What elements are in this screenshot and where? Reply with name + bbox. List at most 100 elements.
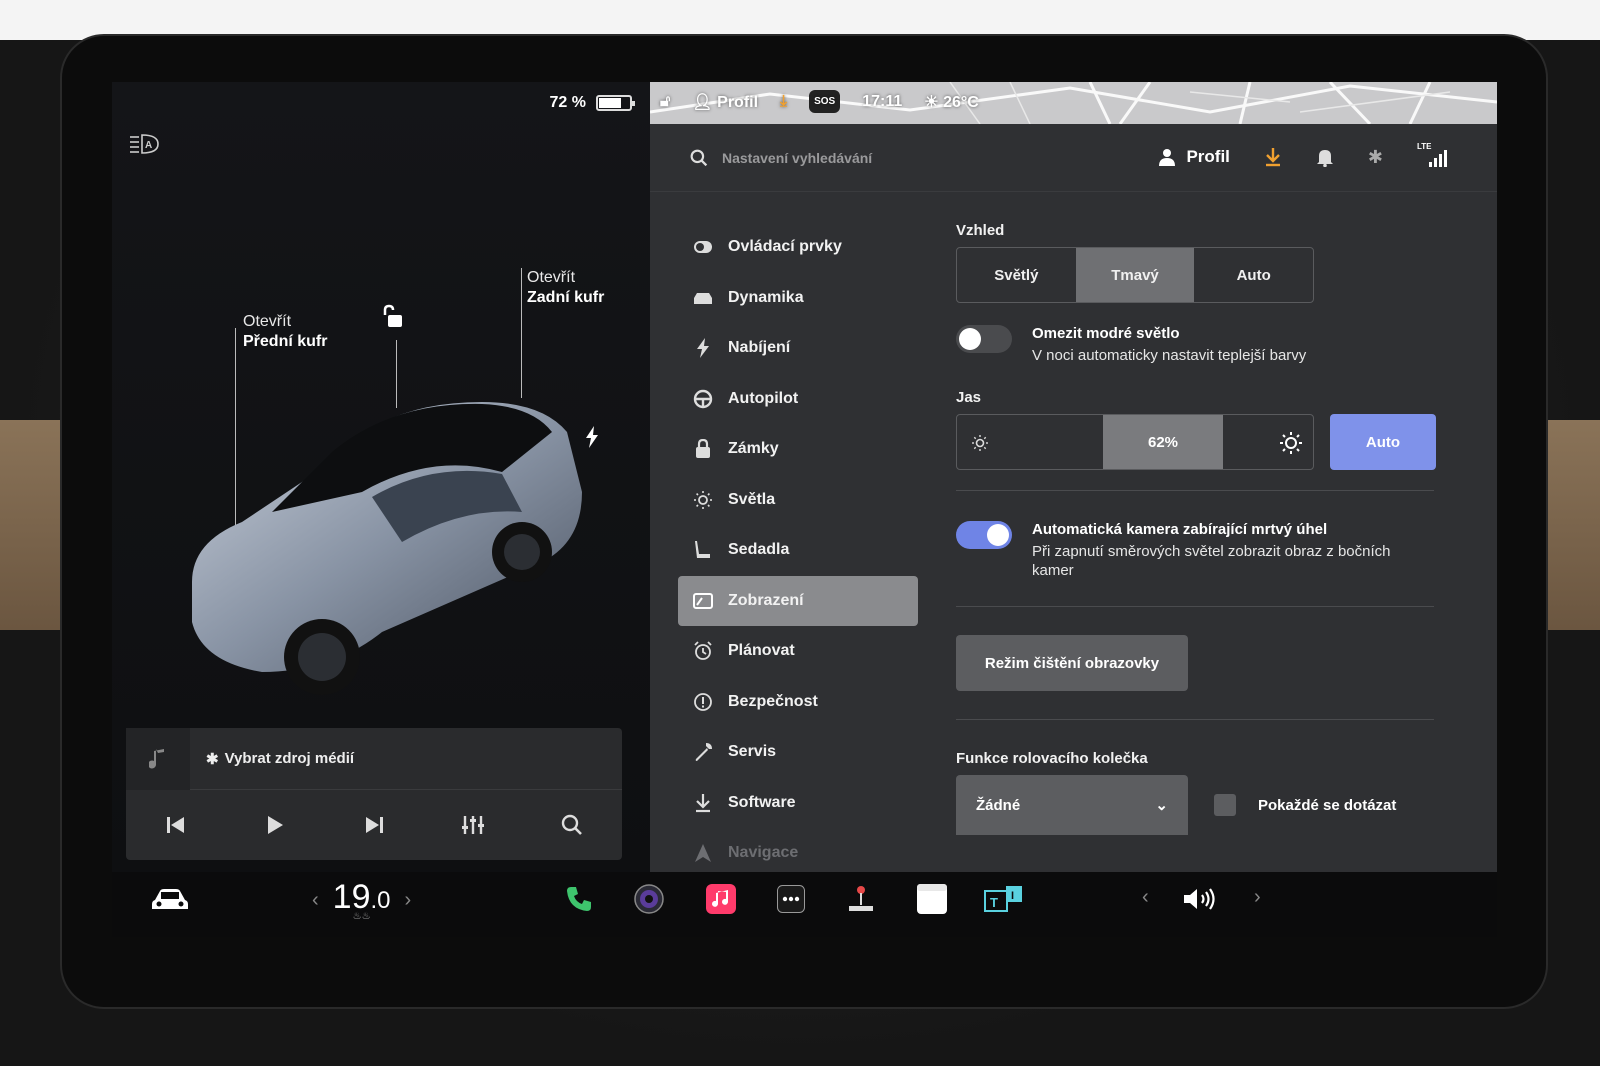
- menu-item-sedadla[interactable]: Sedadla: [678, 525, 918, 576]
- menu-item-label: Plánovat: [728, 642, 795, 660]
- previous-track-button[interactable]: [156, 805, 196, 845]
- divider: [956, 490, 1434, 491]
- music-icon: [706, 884, 736, 914]
- menu-item-autopilot[interactable]: Autopilot: [678, 374, 918, 425]
- battery-icon: [596, 95, 635, 111]
- blind-spot-camera-toggle[interactable]: [956, 521, 1012, 549]
- car-button[interactable]: [150, 882, 190, 916]
- settings-search-bar[interactable]: Nastavení vyhledávání Profil ✱ LTE: [650, 124, 1497, 192]
- menu-item-zobrazeni[interactable]: Zobrazení: [678, 575, 918, 626]
- sos-button[interactable]: SOS: [809, 90, 841, 113]
- menu-item-bezpecnost[interactable]: Bezpečnost: [678, 677, 918, 728]
- menu-item-label: Zobrazení: [728, 591, 804, 609]
- dashcam-icon: TI: [984, 886, 1022, 912]
- volume-up-button[interactable]: ›: [1254, 886, 1261, 909]
- search-input[interactable]: Nastavení vyhledávání: [722, 150, 872, 166]
- menu-item-software[interactable]: Software: [678, 778, 918, 829]
- settings-panel: 🔓︎ 👤︎ Profil ⤓ SOS 17:11 ☀︎ 26°C Nastave…: [650, 82, 1497, 872]
- scroll-wheel-title: Funkce rolovacího kolečka: [956, 750, 1148, 767]
- blue-light-toggle[interactable]: [956, 325, 1012, 353]
- temperature-up-button[interactable]: ›: [405, 889, 412, 912]
- brightness-slider-handle[interactable]: 62%: [1103, 415, 1223, 469]
- rear-trunk-button[interactable]: Otevřít Zadní kufr: [527, 268, 604, 308]
- settings-menu: Ovládací prvky Dynamika Nabíjení Autopilot Z…: [678, 222, 918, 879]
- music-note-icon: [126, 727, 190, 790]
- temperature-down-button[interactable]: ‹: [312, 889, 319, 912]
- menu-item-ovladaci-prvky[interactable]: Ovládací prvky: [678, 222, 918, 273]
- media-source-selector[interactable]: ✱ Vybrat zdroj médií: [206, 750, 354, 768]
- blind-spot-description: Při zapnutí směrových světel zobrazit ob…: [1032, 543, 1391, 579]
- blue-light-row: Omezit modré světlo V noci automaticky n…: [956, 325, 1436, 365]
- ask-every-time-checkbox[interactable]: [1214, 794, 1236, 816]
- steering-wheel-icon: [692, 388, 714, 410]
- volume-down-button[interactable]: ‹: [1142, 886, 1149, 909]
- cabin-temperature-control: ‹ 19.0 ♨︎♨︎ ›: [312, 878, 411, 922]
- music-app-button[interactable]: [704, 882, 738, 916]
- download-icon: [692, 792, 714, 814]
- volume-icon: [1184, 888, 1215, 910]
- toybox-app-button[interactable]: [844, 882, 878, 916]
- phone-icon: [567, 887, 591, 911]
- menu-item-planovat[interactable]: Plánovat: [678, 626, 918, 677]
- brightness-slider[interactable]: 62%: [956, 414, 1314, 470]
- top-status-bar: 🔓︎ 👤︎ Profil ⤓ SOS 17:11 ☀︎ 26°C: [660, 90, 979, 113]
- bell-icon[interactable]: [1316, 147, 1334, 167]
- toggle-knob: [987, 524, 1009, 546]
- next-track-button[interactable]: [354, 805, 394, 845]
- lock-icon: [692, 438, 714, 460]
- front-trunk-button[interactable]: Otevřít Přední kufr: [243, 312, 327, 352]
- clock: 17:11: [862, 92, 903, 110]
- menu-item-dynamika[interactable]: Dynamika: [678, 273, 918, 324]
- volume-button[interactable]: [1180, 882, 1220, 916]
- scroll-wheel-select[interactable]: Žádné ⌄: [956, 775, 1188, 835]
- menu-item-label: Zámky: [728, 440, 779, 458]
- map-preview[interactable]: 🔓︎ 👤︎ Profil ⤓ SOS 17:11 ☀︎ 26°C: [650, 82, 1497, 124]
- menu-item-label: Světla: [728, 490, 776, 508]
- menu-item-servis[interactable]: Servis: [678, 727, 918, 778]
- bluetooth-icon[interactable]: ✱: [1368, 147, 1383, 168]
- appearance-title: Vzhled: [956, 222, 1005, 239]
- media-search-button[interactable]: [552, 805, 592, 845]
- touchscreen: 72 % A Otevřít Přední kufr Otevřít Zadní…: [112, 82, 1497, 937]
- menu-item-nabijeni[interactable]: Nabíjení: [678, 323, 918, 374]
- screen-clean-mode-button[interactable]: Režim čištění obrazovky: [956, 635, 1188, 691]
- calendar-app-button[interactable]: [915, 882, 949, 916]
- svg-text:A: A: [145, 140, 152, 151]
- navigation-icon: [692, 842, 714, 864]
- phone-app-button[interactable]: [562, 882, 596, 916]
- appearance-option[interactable]: Auto: [1194, 248, 1313, 302]
- cellular-signal-icon: LTE: [1417, 142, 1447, 168]
- software-update-icon[interactable]: [1264, 147, 1282, 167]
- appearance-option[interactable]: Světlý: [957, 248, 1076, 302]
- auto-headlight-icon[interactable]: A: [128, 132, 160, 156]
- brightness-title: Jas: [956, 389, 982, 406]
- appearance-option[interactable]: Tmavý: [1075, 248, 1195, 302]
- equalizer-button[interactable]: [453, 805, 493, 845]
- blue-light-description: V noci automaticky nastavit teplejší bar…: [1032, 347, 1307, 364]
- menu-item-navigace[interactable]: Navigace: [678, 828, 918, 879]
- menu-item-zamky[interactable]: Zámky: [678, 424, 918, 475]
- front-trunk-label-2: Přední kufr: [243, 333, 328, 350]
- more-apps-button[interactable]: [774, 882, 808, 916]
- menu-item-label: Autopilot: [728, 389, 799, 407]
- menu-item-label: Bezpečnost: [728, 692, 818, 710]
- brightness-auto-button[interactable]: Auto: [1330, 414, 1436, 470]
- front-trunk-label-1: Otevřít: [243, 313, 292, 330]
- car-icon: [692, 287, 714, 309]
- menu-item-label: Software: [728, 793, 796, 811]
- menu-item-label: Sedadla: [728, 541, 790, 559]
- profile-button[interactable]: Profil: [1158, 147, 1230, 167]
- blind-spot-title: Automatická kamera zabírající mrtvý úhel: [1032, 521, 1328, 538]
- play-button[interactable]: [255, 805, 295, 845]
- camera-app-button[interactable]: [632, 882, 666, 916]
- top-profile[interactable]: 👤︎ Profil: [692, 92, 758, 112]
- unlock-icon[interactable]: [382, 304, 408, 330]
- battery-status: 72 %: [550, 94, 635, 112]
- bolt-icon: [692, 337, 714, 359]
- sun-icon: [692, 489, 714, 511]
- battery-fill: [599, 98, 621, 108]
- joystick-icon: [849, 886, 873, 911]
- lte-label: LTE: [1417, 142, 1432, 151]
- menu-item-svetla[interactable]: Světla: [678, 475, 918, 526]
- dashcam-app-button[interactable]: TI: [984, 882, 1024, 916]
